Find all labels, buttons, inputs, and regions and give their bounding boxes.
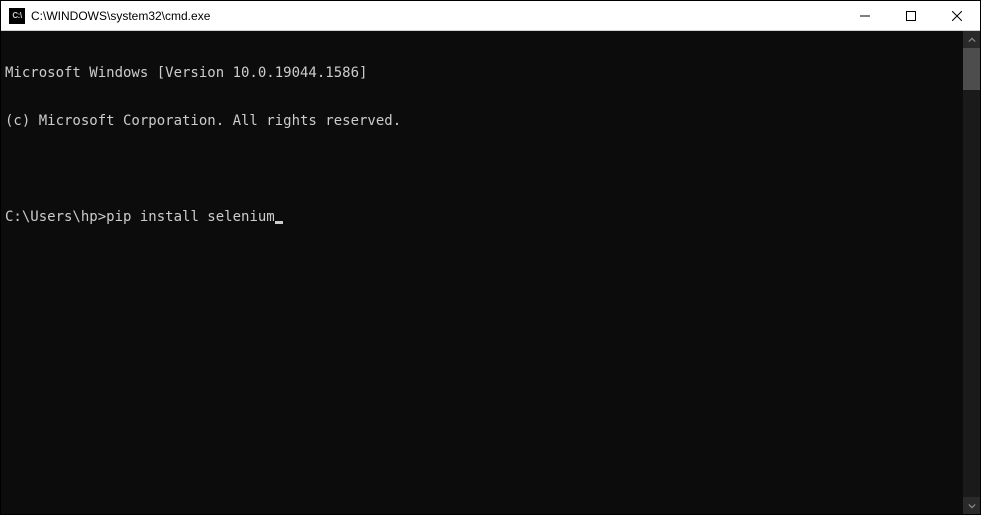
- cmd-icon: C:\: [9, 8, 25, 24]
- scrollbar-thumb[interactable]: [963, 48, 980, 90]
- terminal[interactable]: Microsoft Windows [Version 10.0.19044.15…: [1, 31, 963, 514]
- scrollbar-track[interactable]: [963, 48, 980, 497]
- vertical-scrollbar[interactable]: [963, 31, 980, 514]
- terminal-blank-line: [5, 161, 963, 177]
- minimize-icon: [860, 11, 870, 21]
- minimize-button[interactable]: [842, 1, 888, 30]
- chevron-up-icon: [968, 36, 976, 44]
- terminal-container: Microsoft Windows [Version 10.0.19044.15…: [1, 31, 980, 514]
- titlebar[interactable]: C:\ C:\WINDOWS\system32\cmd.exe: [1, 1, 980, 31]
- terminal-prompt: C:\Users\hp>: [5, 209, 106, 225]
- close-icon: [952, 11, 962, 21]
- terminal-output-line: (c) Microsoft Corporation. All rights re…: [5, 113, 963, 129]
- close-button[interactable]: [934, 1, 980, 30]
- terminal-command: pip install selenium: [106, 209, 275, 225]
- window-title: C:\WINDOWS\system32\cmd.exe: [31, 9, 842, 23]
- terminal-output-line: Microsoft Windows [Version 10.0.19044.15…: [5, 65, 963, 81]
- chevron-down-icon: [968, 502, 976, 510]
- cmd-window: C:\ C:\WINDOWS\system32\cmd.exe: [1, 1, 980, 514]
- maximize-icon: [906, 11, 916, 21]
- terminal-prompt-line: C:\Users\hp>pip install selenium: [5, 209, 963, 225]
- maximize-button[interactable]: [888, 1, 934, 30]
- cursor: [275, 221, 283, 224]
- window-controls: [842, 1, 980, 30]
- cmd-icon-label: C:\: [12, 11, 21, 20]
- scrollbar-down-button[interactable]: [963, 497, 980, 514]
- scrollbar-up-button[interactable]: [963, 31, 980, 48]
